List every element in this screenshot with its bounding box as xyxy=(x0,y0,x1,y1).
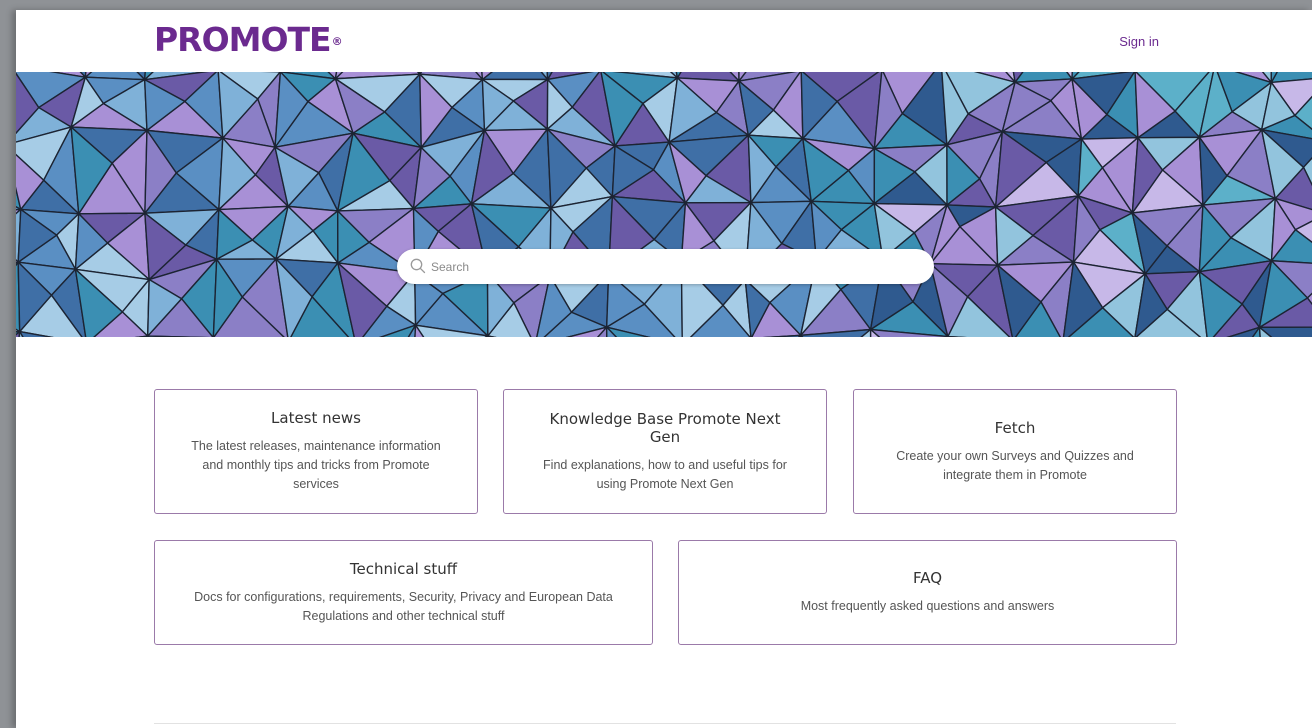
card-description: Docs for configurations, requirements, S… xyxy=(194,589,613,623)
card-title: Latest news xyxy=(271,409,361,427)
sign-in-link[interactable]: Sign in xyxy=(1119,34,1159,49)
registered-mark: ® xyxy=(331,35,343,48)
card-fetch[interactable]: Fetch Create your own Surveys and Quizze… xyxy=(853,389,1177,514)
card-title: FAQ xyxy=(912,569,943,587)
promote-logo[interactable]: PROMOTE® xyxy=(154,22,343,58)
search-input[interactable] xyxy=(431,249,911,284)
card-title: Fetch xyxy=(994,418,1036,437)
card-knowledge-base[interactable]: Knowledge Base Promote Next Gen Find exp… xyxy=(503,389,827,514)
page-frame: PROMOTE® Sign in Latest news The latest … xyxy=(16,10,1312,728)
search-bar[interactable] xyxy=(397,249,934,284)
card-title: Knowledge Base Promote Next Gen xyxy=(549,409,781,446)
card-description: Most frequently asked questions and answ… xyxy=(800,599,1055,613)
hero-banner xyxy=(16,72,1312,337)
card-title: Technical stuff xyxy=(349,559,458,578)
hero-facet xyxy=(480,72,550,81)
card-description: Find explanations, how to and useful tip… xyxy=(543,457,787,491)
card-latest-news[interactable]: Latest news The latest releases, mainten… xyxy=(154,389,478,514)
card-technical-stuff[interactable]: Technical stuff Docs for configurations,… xyxy=(154,540,653,645)
footer-divider xyxy=(154,723,1176,724)
card-faq[interactable]: FAQ Most frequently asked questions and … xyxy=(678,540,1177,645)
card-description: Create your own Surveys and Quizzes and … xyxy=(896,448,1134,482)
site-header: PROMOTE® Sign in xyxy=(16,10,1312,72)
logo-text: PROMOTE xyxy=(154,20,332,59)
search-icon xyxy=(410,258,426,274)
hero-background-image xyxy=(16,72,1312,337)
card-description: The latest releases, maintenance informa… xyxy=(191,439,441,491)
